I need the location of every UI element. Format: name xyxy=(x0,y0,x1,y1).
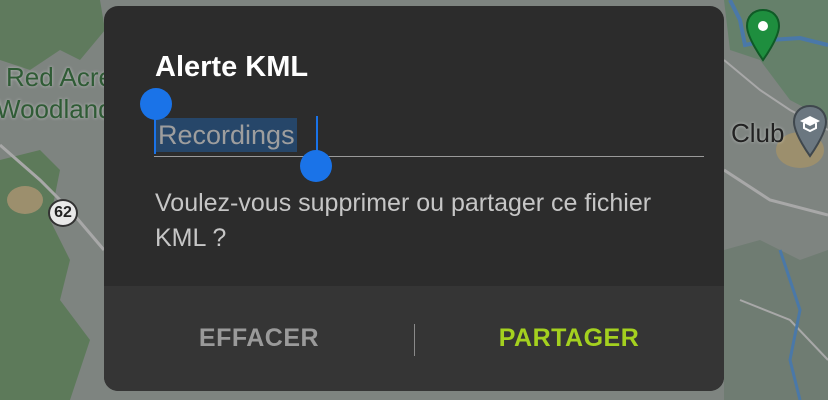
school-pin-icon[interactable] xyxy=(792,104,828,160)
dialog-title: Alerte KML xyxy=(155,51,309,83)
share-button[interactable]: PARTAGER xyxy=(414,286,724,391)
filename-input-selected-text[interactable]: Recordings xyxy=(156,118,297,152)
filename-input[interactable]: Recordings xyxy=(154,114,704,157)
map-poi-label: Club xyxy=(731,118,785,148)
selection-start-handle[interactable] xyxy=(140,88,172,120)
clear-button[interactable]: EFFACER xyxy=(104,286,414,391)
map-pin-icon[interactable] xyxy=(745,8,781,64)
dialog-message: Voulez-vous supprimer ou partager ce fic… xyxy=(155,189,652,252)
map-area-label-line1: Red Acre xyxy=(6,62,113,92)
map-area-label-line2: Woodland xyxy=(0,94,113,124)
route-shield-icon: 62 xyxy=(48,199,78,227)
kml-alert-dialog: Alerte KML Recordings Voulez-vous suppri… xyxy=(104,6,724,391)
selection-end-handle[interactable] xyxy=(300,150,332,182)
route-number: 62 xyxy=(54,204,72,221)
dialog-actions: EFFACER PARTAGER xyxy=(104,286,724,391)
